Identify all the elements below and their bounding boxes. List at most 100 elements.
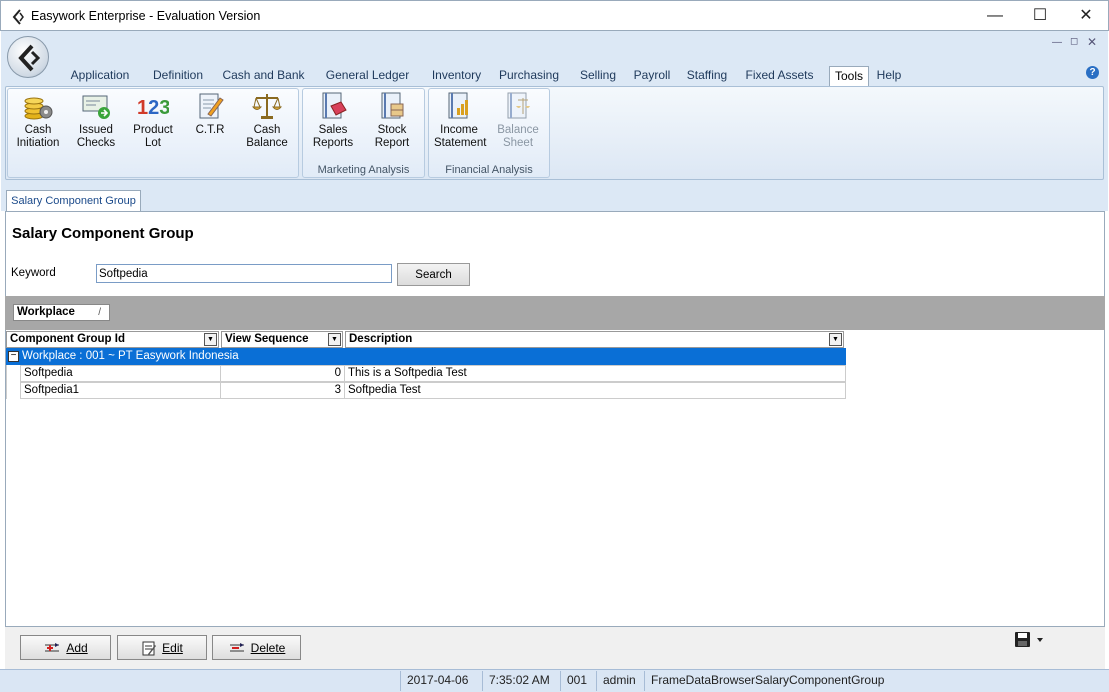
- filter-dropdown-icon[interactable]: ▼: [204, 333, 217, 346]
- button-label: C.T.R: [195, 124, 225, 136]
- add-label: Add: [66, 640, 88, 655]
- status-user: admin: [596, 671, 642, 691]
- ribbon-minimize-icon[interactable]: —: [1052, 37, 1062, 48]
- tab-purchasing[interactable]: Purchasing: [496, 66, 562, 86]
- column-header-view-sequence[interactable]: View Sequence ▼: [221, 331, 343, 348]
- column-header-component-group-id[interactable]: Component Group Id ▼: [6, 331, 219, 348]
- cash-initiation-button[interactable]: Cash Initiation: [13, 90, 63, 150]
- report-tag-icon: [317, 90, 349, 122]
- tab-help[interactable]: Help: [873, 66, 905, 86]
- edit-button[interactable]: Edit: [117, 635, 207, 660]
- row-indent: [6, 365, 20, 399]
- report-stack-icon: [376, 90, 408, 122]
- button-label: Statement: [434, 137, 487, 149]
- tab-payroll[interactable]: Payroll: [629, 66, 675, 86]
- group-label-financial: Financial Analysis: [445, 164, 533, 176]
- issued-checks-button[interactable]: Issued Checks: [71, 90, 121, 150]
- cash-balance-button[interactable]: Cash Balance: [242, 90, 292, 150]
- button-label: Cash: [253, 124, 281, 136]
- close-button[interactable]: ✕: [1063, 1, 1109, 32]
- column-header-label: View Sequence: [225, 333, 309, 345]
- scales-icon: [251, 90, 283, 122]
- table-cell[interactable]: Softpedia1: [20, 382, 221, 399]
- app-logo-icon: [12, 9, 24, 25]
- tab-inventory[interactable]: Inventory: [425, 66, 488, 86]
- group-row[interactable]: Workplace : 001 ~ PT Easywork Indonesia: [6, 348, 846, 365]
- keyword-label: Keyword: [11, 267, 56, 279]
- filter-dropdown-icon[interactable]: ▼: [328, 333, 341, 346]
- ribbon-restore-icon[interactable]: ◻: [1070, 36, 1078, 47]
- tab-definition[interactable]: Definition: [145, 66, 211, 86]
- button-label: Issued: [79, 124, 113, 136]
- column-header-description[interactable]: Description ▼: [345, 331, 844, 348]
- tab-fixed-assets[interactable]: Fixed Assets: [741, 66, 818, 86]
- table-cell[interactable]: Softpedia Test: [344, 382, 846, 399]
- collapse-icon[interactable]: −: [8, 351, 19, 362]
- product-lot-button[interactable]: 123 Product Lot: [128, 90, 178, 150]
- table-cell[interactable]: 3: [220, 382, 345, 399]
- button-label: Income: [440, 124, 478, 136]
- status-date: 2017-04-06: [400, 671, 474, 691]
- button-label: Lot: [145, 137, 161, 149]
- application-menu-button[interactable]: [7, 36, 49, 78]
- tab-general-ledger[interactable]: General Ledger: [321, 66, 414, 86]
- tab-selling[interactable]: Selling: [573, 66, 623, 86]
- help-icon[interactable]: ?: [1086, 66, 1099, 79]
- button-label: Sales: [318, 124, 348, 136]
- keyword-input[interactable]: [96, 264, 392, 283]
- table-cell[interactable]: This is a Softpedia Test: [344, 365, 846, 382]
- button-label: Stock: [377, 124, 407, 136]
- tab-tools[interactable]: Tools: [829, 66, 869, 86]
- app-logo-icon: [18, 44, 41, 72]
- button-label: Sheet: [502, 137, 534, 149]
- status-code: 001: [560, 671, 593, 691]
- ribbon-close-icon[interactable]: ✕: [1087, 35, 1097, 49]
- group-by-label: Workplace: [17, 306, 75, 318]
- sales-reports-button[interactable]: Sales Reports: [308, 90, 358, 150]
- save-dropdown-button[interactable]: [1014, 631, 1048, 649]
- svg-text:123: 123: [137, 97, 169, 119]
- coins-gear-icon: [22, 90, 54, 122]
- add-icon: [45, 642, 60, 651]
- report-chart-icon: [443, 90, 475, 122]
- button-label: Balance: [497, 124, 539, 136]
- table-cell[interactable]: Softpedia: [20, 365, 221, 382]
- minimize-button[interactable]: —: [972, 1, 1018, 32]
- edit-label: Edit: [162, 640, 183, 655]
- button-label: Product: [133, 124, 173, 136]
- income-statement-button[interactable]: Income Statement: [434, 90, 487, 150]
- column-header-label: Component Group Id: [10, 333, 125, 345]
- page-title: Salary Component Group: [12, 225, 194, 242]
- check-arrow-icon: [80, 90, 112, 122]
- edit-icon: [142, 641, 157, 655]
- status-frame: FrameDataBrowserSalaryComponentGroup: [644, 671, 890, 691]
- group-label-marketing: Marketing Analysis: [317, 164, 410, 176]
- filter-dropdown-icon[interactable]: ▼: [829, 333, 842, 346]
- tab-cash-and-bank[interactable]: Cash and Bank: [220, 66, 307, 86]
- button-label: Checks: [76, 137, 116, 149]
- tab-application[interactable]: Application: [64, 66, 136, 86]
- clipboard-pencil-icon: [194, 90, 226, 122]
- group-by-panel: [5, 296, 1105, 330]
- tab-salary-component-group[interactable]: Salary Component Group: [6, 190, 141, 212]
- report-balance-icon: [502, 90, 534, 122]
- button-label: Reports: [312, 137, 354, 149]
- sort-indicator: /: [98, 307, 101, 318]
- button-label: Report: [374, 137, 410, 149]
- stock-report-button[interactable]: Stock Report: [367, 90, 417, 150]
- button-label: Initiation: [16, 137, 60, 149]
- delete-button[interactable]: Delete: [212, 635, 301, 660]
- group-by-chip-workplace[interactable]: Workplace /: [13, 304, 110, 321]
- search-button[interactable]: Search: [397, 263, 470, 286]
- tab-staffing[interactable]: Staffing: [682, 66, 732, 86]
- button-label: Cash: [24, 124, 52, 136]
- add-button[interactable]: Add: [20, 635, 111, 660]
- document-tab-strip: [1, 181, 1108, 211]
- window-title: Easywork Enterprise - Evaluation Version: [31, 9, 261, 23]
- ctr-button[interactable]: C.T.R: [185, 90, 235, 137]
- status-time: 7:35:02 AM: [482, 671, 556, 691]
- numbers-123-icon: 123: [137, 90, 169, 122]
- maximize-button[interactable]: ☐: [1017, 1, 1063, 32]
- table-cell[interactable]: 0: [220, 365, 345, 382]
- balance-sheet-button[interactable]: Balance Sheet: [493, 90, 543, 150]
